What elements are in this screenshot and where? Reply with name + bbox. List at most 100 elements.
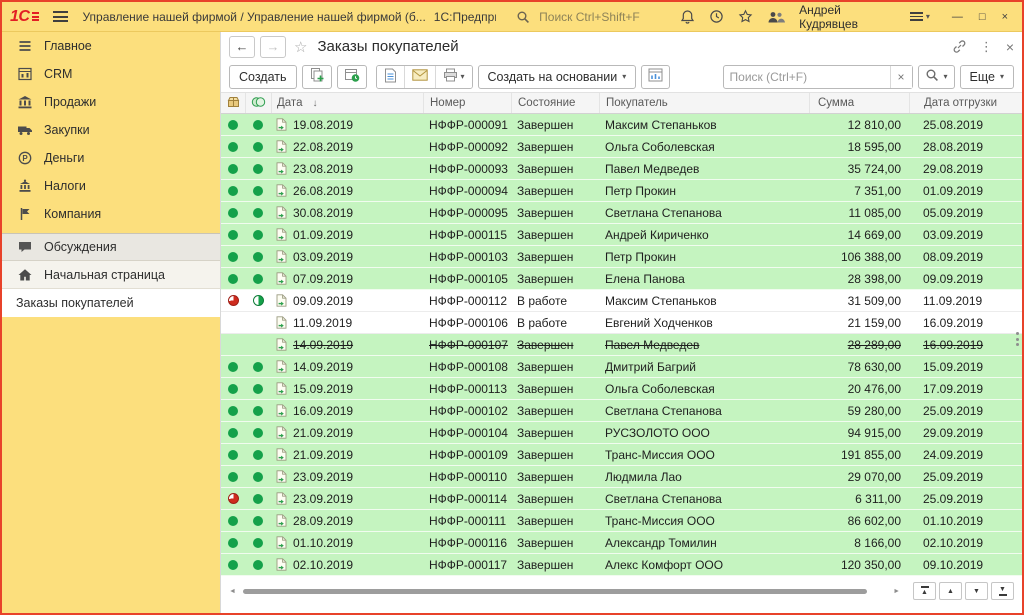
sidebar-item-purchases[interactable]: Закупки: [2, 116, 220, 144]
attach-file-button[interactable]: [377, 66, 404, 88]
document-icon: [276, 118, 287, 131]
table-row[interactable]: 01.10.2019НФФР-000116ЗавершенАлександр Т…: [221, 532, 1022, 554]
shipment-column-header[interactable]: [221, 93, 245, 113]
table-row[interactable]: 23.09.2019НФФР-000110ЗавершенЛюдмила Лао…: [221, 466, 1022, 488]
list-search-input[interactable]: [724, 70, 890, 84]
user-name[interactable]: Андрей Кудрявцев: [799, 3, 896, 31]
table-row[interactable]: 30.08.2019НФФР-000095ЗавершенСветлана Ст…: [221, 202, 1022, 224]
table-row[interactable]: 19.08.2019НФФР-000091ЗавершенМаксим Степ…: [221, 114, 1022, 136]
home-icon: [16, 267, 34, 283]
back-button[interactable]: ←: [229, 36, 255, 58]
table-row[interactable]: 21.09.2019НФФР-000109ЗавершенТранс-Мисси…: [221, 444, 1022, 466]
table-row[interactable]: 21.09.2019НФФР-000104ЗавершенРУСЗОЛОТО О…: [221, 422, 1022, 444]
table-row[interactable]: 23.08.2019НФФР-000093ЗавершенПавел Медве…: [221, 158, 1022, 180]
sidebar-item-home[interactable]: Начальная страница: [2, 261, 220, 289]
table-row[interactable]: 15.09.2019НФФР-000113ЗавершенОльга Собол…: [221, 378, 1022, 400]
service-menu-icon[interactable]: ▾: [910, 10, 930, 22]
create-based-on-button[interactable]: Создать на основании▾: [478, 65, 637, 89]
table-row[interactable]: 22.08.2019НФФР-000092ЗавершенОльга Собол…: [221, 136, 1022, 158]
number-cell: НФФР-000115: [423, 228, 511, 242]
document-icon: [276, 272, 287, 285]
kebab-menu-icon[interactable]: ⋮: [980, 39, 993, 55]
close-form-button[interactable]: ×: [1006, 39, 1014, 55]
send-email-button[interactable]: [404, 66, 435, 88]
table-row[interactable]: 01.09.2019НФФР-000115ЗавершенАндрей Кири…: [221, 224, 1022, 246]
global-search[interactable]: [512, 10, 664, 24]
sidebar-sections: ГлавноеCRM Продажи ЗакупкиРДеньгиНалогиКом…: [2, 32, 220, 228]
clear-search-button[interactable]: ×: [890, 66, 912, 88]
sidebar-item-main[interactable]: Главное: [2, 32, 220, 60]
reports-button[interactable]: [641, 65, 670, 89]
date-column-header[interactable]: Дата↓: [271, 93, 423, 113]
state-cell: Завершен: [511, 118, 599, 132]
horizontal-scrollbar[interactable]: [243, 588, 886, 595]
number-column-header[interactable]: Номер: [423, 93, 511, 113]
scroll-right-icon[interactable]: ►: [893, 588, 900, 595]
get-link-icon[interactable]: [952, 39, 967, 54]
table-row[interactable]: 23.09.2019НФФР-000114ЗавершенСветлана Ст…: [221, 488, 1022, 510]
sidebar-item-sales[interactable]: Продажи: [2, 88, 220, 116]
favorites-star-icon[interactable]: [738, 9, 753, 24]
table-row[interactable]: 26.08.2019НФФР-000094ЗавершенПетр Прокин…: [221, 180, 1022, 202]
status-indicator-green: [253, 274, 263, 284]
sidebar-item-crm[interactable]: CRM: [2, 60, 220, 88]
table-row[interactable]: 02.10.2019НФФР-000117ЗавершенАлекс Комфо…: [221, 554, 1022, 576]
sidebar-item-company[interactable]: Компания: [2, 200, 220, 228]
forward-button[interactable]: →: [260, 36, 286, 58]
notifications-bell-icon[interactable]: [680, 9, 695, 25]
table-row[interactable]: 14.09.2019НФФР-000107ЗавершенПавел Медве…: [221, 334, 1022, 356]
sum-cell: 191 855,00: [809, 448, 909, 462]
table-row[interactable]: 09.09.2019НФФР-000112В работеМаксим Степ…: [221, 290, 1022, 312]
close-window-button[interactable]: ×: [1002, 11, 1008, 23]
table-row[interactable]: 28.09.2019НФФР-000111ЗавершенТранс-Мисси…: [221, 510, 1022, 532]
minimize-button[interactable]: —: [952, 11, 963, 23]
collaboration-users-icon[interactable]: [767, 10, 785, 24]
date-cell: 30.08.2019: [271, 206, 423, 220]
status-indicator-green: [253, 428, 263, 438]
sidebar-item-discussions[interactable]: Обсуждения: [2, 233, 220, 261]
page-up-button[interactable]: ▲: [939, 582, 962, 600]
vertical-scrollbar-grip[interactable]: [1013, 332, 1021, 346]
state-cell: Завершен: [511, 272, 599, 286]
copy-document-button[interactable]: [302, 65, 332, 89]
sidebar-item-label: Продажи: [44, 95, 96, 109]
customer-cell: Павел Медведев: [599, 162, 809, 176]
scroll-left-icon[interactable]: ◄: [229, 588, 236, 595]
table-row[interactable]: 16.09.2019НФФР-000102ЗавершенСветлана Ст…: [221, 400, 1022, 422]
sidebar-item-taxes[interactable]: Налоги: [2, 172, 220, 200]
more-button[interactable]: Еще▾: [960, 65, 1014, 89]
table-row[interactable]: 11.09.2019НФФР-000106В работеЕвгений Ход…: [221, 312, 1022, 334]
date-cell: 14.09.2019: [271, 360, 423, 374]
state-cell: Завершен: [511, 360, 599, 374]
maximize-button[interactable]: □: [979, 11, 986, 23]
main-menu-hamburger-icon[interactable]: [53, 11, 68, 22]
table-row[interactable]: 14.09.2019НФФР-000108ЗавершенДмитрий Баг…: [221, 356, 1022, 378]
history-clock-icon[interactable]: [709, 9, 724, 24]
sidebar-item-customer-orders[interactable]: Заказы покупателей: [2, 289, 220, 317]
page-down-button[interactable]: ▼: [965, 582, 988, 600]
table-row[interactable]: 07.09.2019НФФР-000105ЗавершенЕлена Панов…: [221, 268, 1022, 290]
payment-column-header[interactable]: [245, 93, 271, 113]
go-last-button[interactable]: ▼: [991, 582, 1014, 600]
go-first-button[interactable]: ▲: [913, 582, 936, 600]
set-period-button[interactable]: [337, 65, 367, 89]
sum-column-header[interactable]: Сумма: [809, 93, 909, 113]
document-icon: [276, 228, 287, 241]
shipment-status-cell: [221, 230, 245, 240]
number-cell: НФФР-000103: [423, 250, 511, 264]
logo-bars-icon: [32, 12, 39, 21]
sidebar-item-money[interactable]: РДеньги: [2, 144, 220, 172]
table-row[interactable]: 03.09.2019НФФР-000103ЗавершенПетр Прокин…: [221, 246, 1022, 268]
customer-column-header[interactable]: Покупатель: [599, 93, 809, 113]
sum-cell: 28 289,00: [809, 338, 909, 352]
create-button[interactable]: Создать: [229, 65, 297, 89]
horizontal-scrollbar-thumb[interactable]: [243, 589, 867, 594]
add-to-favorites-star-icon[interactable]: ☆: [294, 38, 307, 56]
ship-date-column-header[interactable]: Дата отгрузки: [909, 93, 1022, 113]
global-search-input[interactable]: [539, 10, 664, 24]
print-button[interactable]: ▾: [435, 66, 472, 88]
date-cell: 07.09.2019: [271, 272, 423, 286]
state-column-header[interactable]: Состояние: [511, 93, 599, 113]
search-options-button[interactable]: ▾: [918, 65, 955, 89]
status-indicator-green: [253, 516, 263, 526]
